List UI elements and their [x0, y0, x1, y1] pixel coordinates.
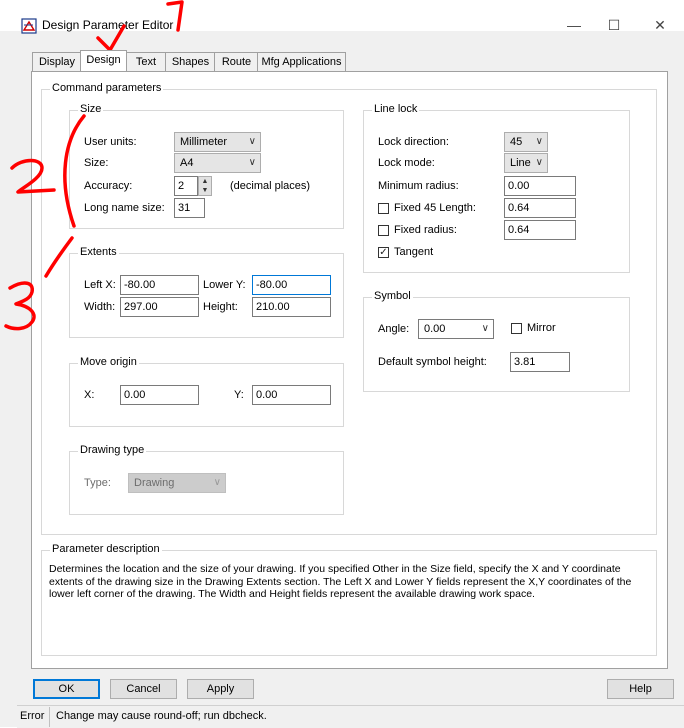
lock-direction-dropdown[interactable]: 45 ∨: [504, 132, 548, 152]
angle-label: Angle:: [378, 323, 410, 335]
accuracy-stepper[interactable]: ▲ ▼: [198, 176, 212, 196]
tangent-label: Tangent: [394, 246, 434, 258]
long-name-size-label: Long name size:: [84, 202, 165, 214]
minimum-radius-label: Minimum radius:: [378, 180, 459, 192]
fixed-45-length-input[interactable]: 0.64: [504, 198, 576, 218]
parameter-description-text: Determines the location and the size of …: [49, 563, 632, 600]
mirror-label: Mirror: [527, 322, 556, 334]
size-group-title: Size: [78, 103, 104, 115]
move-origin-group-title: Move origin: [78, 356, 139, 368]
origin-x-input[interactable]: 0.00: [120, 385, 199, 405]
lock-mode-dropdown[interactable]: Line ∨: [504, 153, 548, 173]
drawing-type-dropdown: Drawing ∨: [128, 473, 226, 493]
long-name-size-input[interactable]: 31: [174, 198, 205, 218]
help-button[interactable]: Help: [607, 679, 674, 699]
status-label: Error: [20, 710, 45, 722]
lock-direction-label: Lock direction:: [378, 136, 449, 148]
spin-up-icon[interactable]: ▲: [199, 177, 211, 186]
width-input[interactable]: 297.00: [120, 297, 199, 317]
user-units-value: Millimeter: [180, 136, 228, 148]
tab-route[interactable]: Route: [214, 52, 259, 71]
size-dropdown[interactable]: A4 ∨: [174, 153, 261, 173]
accuracy-input[interactable]: 2: [174, 176, 198, 196]
origin-x-label: X:: [84, 389, 95, 401]
default-symbol-height-input[interactable]: 3.81: [510, 352, 570, 372]
lock-mode-label: Lock mode:: [378, 157, 435, 169]
status-bar: Error Change may cause round-off; run db…: [17, 705, 684, 728]
dialog-window: Design Parameter Editor — ☐ ✕ Display De…: [0, 0, 684, 728]
status-message: Change may cause round-off; run dbcheck.: [56, 710, 267, 722]
tab-text[interactable]: Text: [125, 52, 167, 71]
tab-mfg-applications[interactable]: Mfg Applications: [257, 52, 346, 71]
extents-group: Extents Left X: -80.00 Lower Y: -80.00 W…: [69, 246, 344, 338]
chevron-down-icon: ∨: [213, 477, 221, 488]
minimize-icon[interactable]: —: [559, 15, 589, 35]
fixed-radius-checkbox[interactable]: [378, 225, 389, 236]
size-group: Size User units: Millimeter ∨ Size: A4 ∨ A…: [69, 103, 344, 229]
extents-group-title: Extents: [78, 246, 119, 258]
cancel-button[interactable]: Cancel: [110, 679, 177, 699]
parameter-description-title: Parameter description: [50, 543, 162, 555]
fixed-45-length-checkbox[interactable]: [378, 203, 389, 214]
drawing-type-label: Type:: [84, 477, 111, 489]
drawing-type-group: Drawing type Type: Drawing ∨: [69, 444, 344, 515]
default-symbol-height-label: Default symbol height:: [378, 356, 487, 368]
symbol-group: Symbol Angle: 0.00 ∨ Mirror Default symbo…: [363, 290, 630, 392]
line-lock-group-title: Line lock: [372, 103, 420, 115]
line-lock-group: Line lock Lock direction: 45 ∨ Lock mode:…: [363, 103, 630, 273]
chevron-down-icon: ∨: [535, 136, 543, 147]
lock-direction-value: 45: [510, 136, 523, 148]
ok-button[interactable]: OK: [33, 679, 100, 699]
angle-value: 0.00: [424, 323, 446, 335]
lower-y-input[interactable]: -80.00: [252, 275, 331, 295]
tab-display[interactable]: Display: [32, 52, 82, 71]
app-icon: [21, 18, 37, 34]
chevron-down-icon: ∨: [248, 157, 256, 168]
accuracy-hint: (decimal places): [230, 180, 311, 192]
annotation-number-3: [4, 281, 36, 331]
chevron-down-icon: ∨: [535, 157, 543, 168]
height-input[interactable]: 210.00: [252, 297, 331, 317]
angle-combo[interactable]: 0.00 ∨: [418, 319, 494, 339]
title-bar[interactable]: Design Parameter Editor — ☐ ✕: [0, 0, 684, 34]
chevron-down-icon: ∨: [481, 323, 489, 334]
spin-down-icon[interactable]: ▼: [199, 186, 211, 195]
fixed-45-length-label: Fixed 45 Length:: [394, 202, 476, 214]
mirror-checkbox[interactable]: [511, 323, 522, 334]
origin-y-label: Y:: [234, 389, 244, 401]
maximize-icon[interactable]: ☐: [599, 15, 629, 35]
accuracy-label: Accuracy:: [84, 180, 133, 192]
check-icon: ✓: [379, 247, 388, 258]
drawing-type-value: Drawing: [134, 477, 175, 489]
left-x-input[interactable]: -80.00: [120, 275, 199, 295]
minimum-radius-input[interactable]: 0.00: [504, 176, 576, 196]
fixed-radius-label: Fixed radius:: [394, 224, 457, 236]
chevron-down-icon: ∨: [248, 136, 256, 147]
tab-shapes[interactable]: Shapes: [165, 52, 216, 71]
height-label: Height:: [203, 301, 238, 313]
fixed-radius-input[interactable]: 0.64: [504, 220, 576, 240]
window-title: Design Parameter Editor: [42, 18, 174, 32]
user-units-dropdown[interactable]: Millimeter ∨: [174, 132, 261, 152]
status-divider: [49, 707, 50, 727]
left-x-label: Left X:: [84, 279, 116, 291]
tab-design[interactable]: Design: [80, 50, 127, 71]
symbol-group-title: Symbol: [372, 290, 413, 302]
move-origin-group: Move origin X: 0.00 Y: 0.00: [69, 356, 344, 427]
lower-y-label: Lower Y:: [203, 279, 246, 291]
origin-y-input[interactable]: 0.00: [252, 385, 331, 405]
apply-button[interactable]: Apply: [187, 679, 254, 699]
drawing-type-group-title: Drawing type: [78, 444, 147, 456]
width-label: Width:: [84, 301, 116, 313]
command-parameters-title: Command parameters: [50, 82, 164, 94]
size-label: Size:: [84, 157, 109, 169]
user-units-label: User units:: [84, 136, 137, 148]
tangent-checkbox[interactable]: ✓: [378, 247, 389, 258]
lock-mode-value: Line: [510, 157, 531, 169]
size-value: A4: [180, 157, 194, 169]
close-icon[interactable]: ✕: [645, 15, 675, 35]
